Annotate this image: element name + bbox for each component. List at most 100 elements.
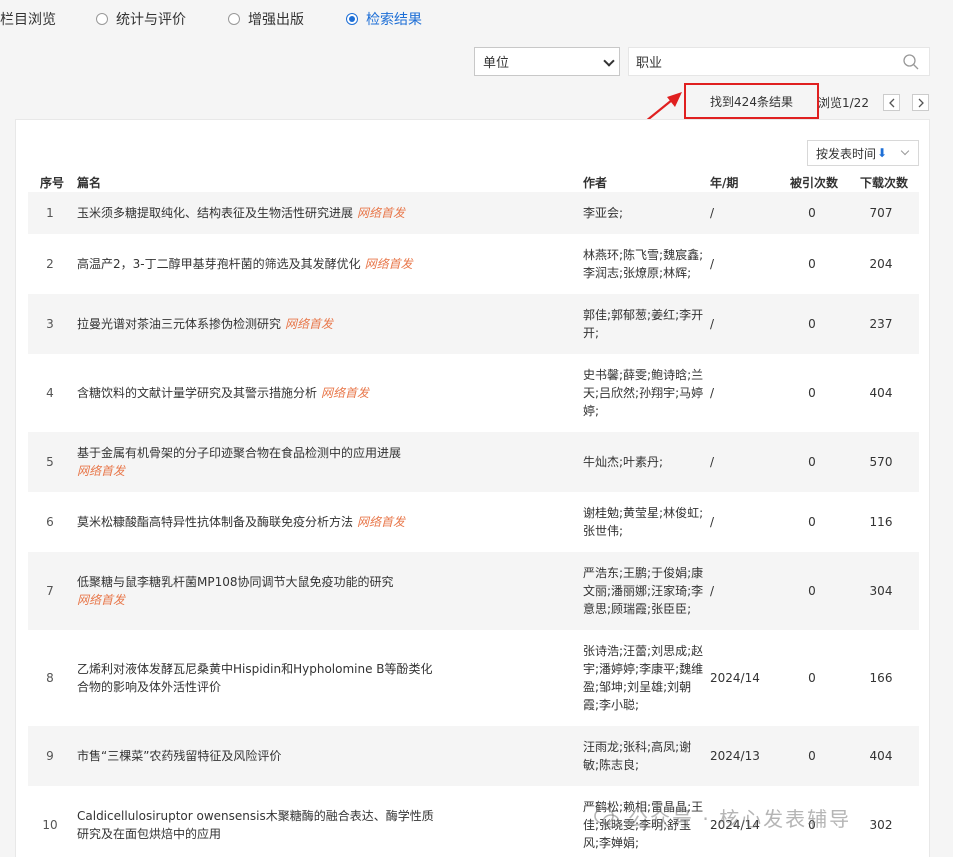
row-downloads: 237 xyxy=(869,317,893,331)
row-title-cell: 基于金属有机骨架的分子印迹聚合物在食品检测中的应用进展 网络首发 xyxy=(77,444,442,480)
row-cited: 0 xyxy=(808,515,816,529)
row-title-cell: 市售“三棵菜”农药残留特征及风险评价 xyxy=(77,747,442,765)
row-authors[interactable]: 牛灿杰;叶素丹; xyxy=(583,453,705,471)
row-title-cell: 含糖饮料的文献计量学研究及其警示措施分析 网络首发 xyxy=(77,384,442,402)
row-year: / xyxy=(710,515,715,529)
row-index: 7 xyxy=(46,584,54,598)
row-year: / xyxy=(710,386,715,400)
row-downloads: 404 xyxy=(869,386,893,400)
row-title-cell: 高温产2，3-丁二醇甲基芽孢杆菌的筛选及其发酵优化 网络首发 xyxy=(77,255,442,273)
results-panel: 按发表时间 ⬇ 序号 篇名 作者 年/期 被引次数 下载次数 1 玉米须多糖提取… xyxy=(15,119,930,857)
row-authors[interactable]: 李亚会; xyxy=(583,204,705,222)
row-title-cell: 低聚糖与鼠李糖乳杆菌MP108协同调节大鼠免疫功能的研究 网络首发 xyxy=(77,573,442,609)
tab-label: 增强出版 xyxy=(248,12,304,28)
header-title: 篇名 xyxy=(77,176,102,190)
row-index: 8 xyxy=(46,671,54,685)
article-title-link[interactable]: 拉曼光谱对茶油三元体系掺伪检测研究 xyxy=(77,317,281,331)
article-title-link[interactable]: 莫米松糠酸酯高特异性抗体制备及酶联免疫分析方法 xyxy=(77,515,353,529)
search-input[interactable]: 职业 xyxy=(628,47,930,76)
row-authors[interactable]: 张诗浩;汪蕾;刘思成;赵宇;潘婷婷;李康平;魏维盈;邹坤;刘呈雄;刘朝霞;李小聪… xyxy=(583,642,705,714)
row-year: / xyxy=(710,317,715,331)
row-year: 2024/13 xyxy=(710,749,760,763)
row-authors[interactable]: 严浩东;王鹏;于俊娟;康文丽;潘丽娜;汪家琦;李意思;顾瑞霞;张臣臣; xyxy=(583,564,705,618)
row-cited: 0 xyxy=(808,455,816,469)
article-title-link[interactable]: 低聚糖与鼠李糖乳杆菌MP108协同调节大鼠免疫功能的研究 xyxy=(77,575,394,589)
page-indicator: 浏览1/22 xyxy=(818,96,869,110)
row-authors[interactable]: 谢桂勉;黄莹星;林俊虹;张世伟; xyxy=(583,504,705,540)
row-downloads: 707 xyxy=(869,206,893,220)
radio-icon[interactable] xyxy=(228,13,240,25)
header-author: 作者 xyxy=(583,176,608,190)
article-title-link[interactable]: 市售“三棵菜”农药残留特征及风险评价 xyxy=(77,749,281,763)
row-authors[interactable]: 史书馨;薛雯;鲍诗晗;兰天;吕欣然;孙翔宇;马婷婷; xyxy=(583,366,705,420)
row-authors[interactable]: 林燕环;陈飞雪;魏宸鑫;李润志;张燎原;林辉; xyxy=(583,246,705,282)
table-row: 3 拉曼光谱对茶油三元体系掺伪检测研究 网络首发 郭佳;郭郁葱;姜红;李开开; /… xyxy=(28,294,919,354)
chevron-right-icon xyxy=(918,98,924,107)
row-downloads: 204 xyxy=(869,257,893,271)
article-title-link[interactable]: 玉米须多糖提取纯化、结构表征及生物活性研究进展 xyxy=(77,206,353,220)
row-downloads: 304 xyxy=(869,584,893,598)
tab-label: 检索结果 xyxy=(366,12,422,28)
row-year: / xyxy=(710,455,715,469)
search-icon[interactable] xyxy=(903,54,919,70)
header-year: 年/期 xyxy=(710,176,739,190)
tab-bar: 栏目浏览 统计与评价 增强出版 检索结果 xyxy=(0,9,464,29)
radio-icon[interactable] xyxy=(96,13,108,25)
row-index: 2 xyxy=(46,257,54,271)
table-row: 2 高温产2，3-丁二醇甲基芽孢杆菌的筛选及其发酵优化 网络首发 林燕环;陈飞雪;… xyxy=(28,234,919,294)
article-title-link[interactable]: 基于金属有机骨架的分子印迹聚合物在食品检测中的应用进展 xyxy=(77,446,401,460)
row-downloads: 302 xyxy=(869,818,893,832)
row-title-cell: Caldicellulosiruptor owensensis木聚糖酶的融合表达… xyxy=(77,807,442,843)
table-row: 1 玉米须多糖提取纯化、结构表征及生物活性研究进展 网络首发 李亚会; / 0 7… xyxy=(28,192,919,234)
row-year: 2024/14 xyxy=(710,671,760,685)
row-year: / xyxy=(710,206,715,220)
chevron-down-icon xyxy=(900,146,910,156)
network-first-tag: 网络首发 xyxy=(77,593,126,607)
row-downloads: 404 xyxy=(869,749,893,763)
row-title-cell: 玉米须多糖提取纯化、结构表征及生物活性研究进展 网络首发 xyxy=(77,204,442,222)
header-downloads[interactable]: 下载次数 xyxy=(860,174,908,191)
chevron-left-icon xyxy=(888,98,894,107)
row-cited: 0 xyxy=(808,386,816,400)
table-row: 6 莫米松糠酸酯高特异性抗体制备及酶联免疫分析方法 网络首发 谢桂勉;黄莹星;林俊… xyxy=(28,492,919,552)
row-index: 3 xyxy=(46,317,54,331)
row-downloads: 116 xyxy=(869,515,893,529)
network-first-tag: 网络首发 xyxy=(321,386,370,400)
article-title-link[interactable]: Caldicellulosiruptor owensensis木聚糖酶的融合表达… xyxy=(77,809,434,841)
prev-page-button[interactable] xyxy=(883,94,900,111)
header-cited[interactable]: 被引次数 xyxy=(790,174,838,191)
next-page-button[interactable] xyxy=(912,94,929,111)
watermark-text: 公众号 · 核心发表辅导 xyxy=(628,807,852,831)
wechat-icon xyxy=(594,807,620,828)
row-index: 10 xyxy=(42,818,58,832)
row-cited: 0 xyxy=(808,749,816,763)
tab-enhanced-publishing[interactable]: 增强出版 xyxy=(228,9,304,29)
chevron-down-icon xyxy=(603,55,615,67)
tab-search-results[interactable]: 检索结果 xyxy=(346,9,422,29)
table-row: 4 含糖饮料的文献计量学研究及其警示措施分析 网络首发 史书馨;薛雯;鲍诗晗;兰天… xyxy=(28,354,919,432)
sort-arrow-icon: ⬇ xyxy=(877,146,888,160)
sort-label: 按发表时间 xyxy=(816,146,877,161)
tab-statistics[interactable]: 统计与评价 xyxy=(96,9,186,29)
sort-dropdown[interactable]: 按发表时间 ⬇ xyxy=(807,140,919,166)
row-cited: 0 xyxy=(808,317,816,331)
article-title-link[interactable]: 含糖饮料的文献计量学研究及其警示措施分析 xyxy=(77,386,317,400)
table-row: 7 低聚糖与鼠李糖乳杆菌MP108协同调节大鼠免疫功能的研究 网络首发 严浩东;王… xyxy=(28,552,919,630)
network-first-tag: 网络首发 xyxy=(285,317,334,331)
results-table-body: 1 玉米须多糖提取纯化、结构表征及生物活性研究进展 网络首发 李亚会; / 0 7… xyxy=(28,192,919,857)
table-row: 5 基于金属有机骨架的分子印迹聚合物在食品检测中的应用进展 网络首发 牛灿杰;叶素… xyxy=(28,432,919,492)
row-title-cell: 拉曼光谱对茶油三元体系掺伪检测研究 网络首发 xyxy=(77,315,442,333)
article-title-link[interactable]: 乙烯利对液体发酵瓦尼桑黄中Hispidin和Hypholomine B等酚类化合… xyxy=(77,662,433,694)
search-field-value: 单位 xyxy=(483,56,510,71)
row-authors[interactable]: 郭佳;郭郁葱;姜红;李开开; xyxy=(583,306,705,342)
article-title-link[interactable]: 高温产2，3-丁二醇甲基芽孢杆菌的筛选及其发酵优化 xyxy=(77,257,361,271)
table-row: 8 乙烯利对液体发酵瓦尼桑黄中Hispidin和Hypholomine B等酚类… xyxy=(28,630,919,726)
row-authors[interactable]: 汪雨龙;张科;高凤;谢敏;陈志良; xyxy=(583,738,705,774)
table-row: 9 市售“三棵菜”农药残留特征及风险评价 汪雨龙;张科;高凤;谢敏;陈志良; 2… xyxy=(28,726,919,786)
radio-selected-icon[interactable] xyxy=(346,13,358,25)
search-field-select[interactable]: 单位 xyxy=(474,47,620,76)
row-downloads: 166 xyxy=(869,671,893,685)
row-index: 1 xyxy=(46,206,54,220)
row-title-cell: 乙烯利对液体发酵瓦尼桑黄中Hispidin和Hypholomine B等酚类化合… xyxy=(77,660,442,696)
nav-label[interactable]: 栏目浏览 xyxy=(0,9,56,29)
